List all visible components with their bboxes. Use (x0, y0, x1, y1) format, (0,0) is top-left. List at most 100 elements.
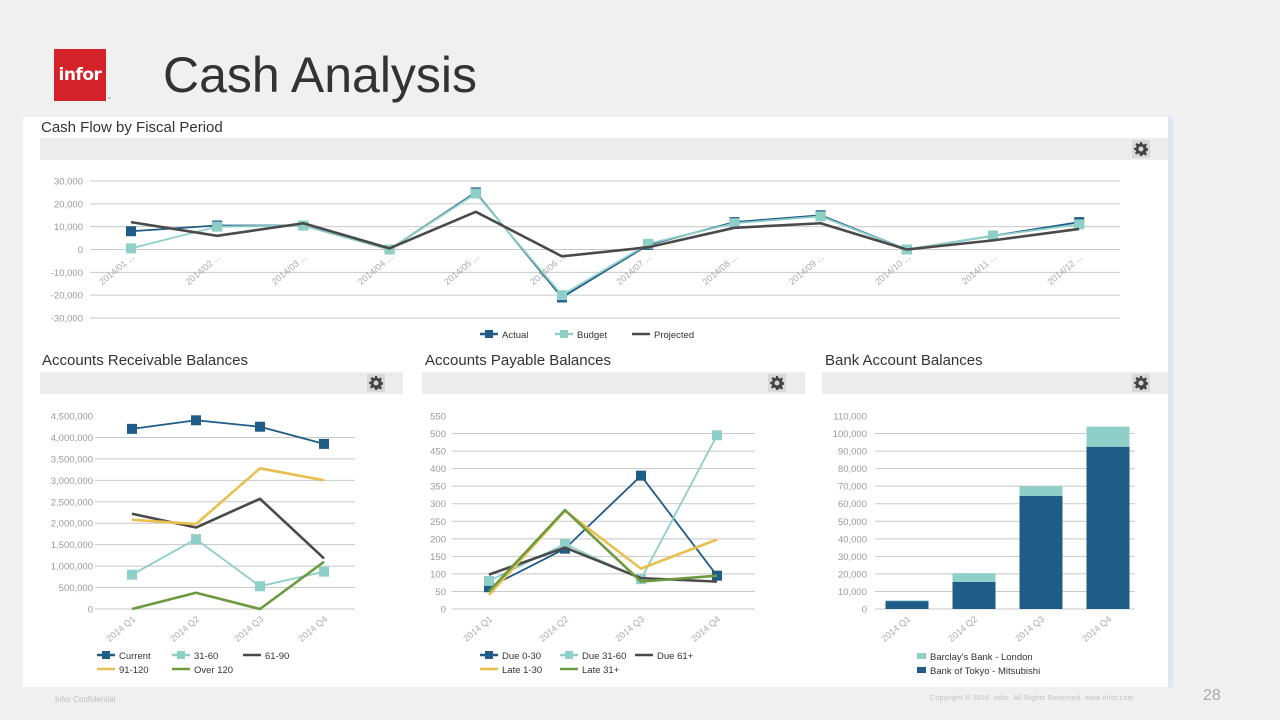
ar-legend-label: Current (119, 651, 151, 662)
bank-xtick-label: 2014 Q2 (946, 614, 979, 644)
ap-series-line (488, 508, 718, 593)
cashflow-xtick-label: 2014/01 ... (97, 252, 136, 287)
ap-data-point (712, 430, 722, 441)
ap-legend-marker (565, 651, 573, 659)
ar-xtick-label: 2014 Q2 (168, 614, 201, 644)
ap-ytick-label: 50 (435, 587, 446, 598)
ar-ytick-label: 3,500,000 (51, 454, 93, 465)
cashflow-legend-marker (485, 330, 493, 338)
ar-ytick-label: 4,000,000 (51, 433, 93, 444)
ar-ytick-label: 1,500,000 (51, 540, 93, 551)
bank-xtick-label: 2014 Q3 (1013, 614, 1046, 644)
cashflow-ytick-label: 20,000 (54, 199, 83, 210)
bank-legend-label: Bank of Tokyo - Mitsubishi (930, 666, 1040, 677)
bank-ytick-label: 10,000 (838, 587, 867, 598)
bank-legend-swatch (917, 667, 926, 673)
ap-legend-label: Due 61+ (657, 651, 694, 662)
bank-legend-label: Barclay's Bank - London (930, 652, 1033, 663)
ar-xtick-label: 2014 Q3 (232, 614, 265, 644)
ap-ytick-label: 200 (430, 534, 446, 545)
cashflow-xtick-label: 2014/07 ... (614, 252, 653, 287)
ar-ytick-label: 0 (88, 605, 93, 616)
cashflow-legend-label: Actual (502, 330, 528, 341)
ap-legend-label: Due 31-60 (582, 651, 626, 662)
cashflow-data-point (126, 243, 136, 254)
ap-ytick-label: 300 (430, 499, 446, 510)
bank-xtick-label: 2014 Q1 (879, 614, 912, 644)
ap-legend-label: Late 31+ (582, 665, 620, 676)
ar-xtick-label: 2014 Q4 (296, 614, 329, 644)
copyright-label: Copyright © 2016. Infor. All Rights Rese… (930, 695, 1134, 702)
confidential-label: Infor Confidential (55, 695, 116, 704)
bank-ytick-label: 110,000 (833, 412, 867, 423)
ar-data-point (255, 421, 265, 432)
ap-xtick-label: 2014 Q4 (689, 614, 722, 644)
ar-series-line (131, 467, 325, 526)
ar-ytick-label: 1,000,000 (51, 562, 93, 573)
ap-series-line (488, 474, 718, 589)
bank-bar (952, 573, 996, 582)
cashflow-ytick-label: -10,000 (51, 268, 83, 279)
cashflow-xtick-label: 2014/08 ... (701, 252, 740, 287)
bank-legend-swatch (917, 653, 926, 659)
ar-data-point (127, 423, 137, 434)
cashflow-data-point (470, 188, 481, 199)
ap-ytick-label: 550 (430, 412, 446, 423)
cashflow-xtick-label: 2014/04 ... (356, 252, 395, 287)
ap-legend-marker (485, 651, 493, 659)
bank-bar (885, 600, 929, 602)
bank-xtick-label: 2014 Q4 (1080, 614, 1113, 644)
cashflow-legend-label: Budget (577, 330, 607, 341)
cashflow-ytick-label: 30,000 (54, 177, 83, 188)
bank-bar (1019, 486, 1063, 496)
ar-data-point (319, 438, 329, 449)
ar-data-point (127, 569, 137, 580)
ap-series-line (488, 509, 718, 596)
cashflow-xtick-label: 2014/10 ... (873, 252, 912, 287)
cashflow-data-point (815, 211, 826, 222)
ap-ytick-label: 0 (441, 605, 446, 616)
ar-legend-label: 91-120 (119, 665, 149, 676)
bank-bar (1019, 495, 1063, 609)
ap-series-line (488, 434, 718, 582)
bank-bar (1086, 446, 1130, 609)
page-number: 28 (1203, 687, 1221, 704)
ap-ytick-label: 250 (430, 517, 446, 528)
bank-ytick-label: 50,000 (838, 517, 867, 528)
ap-xtick-label: 2014 Q2 (537, 614, 570, 644)
ap-ytick-label: 450 (430, 447, 446, 458)
bank-ytick-label: 40,000 (838, 534, 867, 545)
cashflow-data-point (1074, 219, 1085, 230)
cashflow-xtick-label: 2014/12 ... (1045, 252, 1084, 287)
ar-legend-marker (177, 651, 185, 659)
bank-ytick-label: 60,000 (838, 499, 867, 510)
ar-series-line (131, 538, 325, 588)
cashflow-xtick-label: 2014/11 ... (960, 252, 999, 287)
ap-legend-label: Late 1-30 (502, 665, 542, 676)
ar-ytick-label: 500,000 (59, 583, 93, 594)
cashflow-xtick-label: 2014/03 ... (270, 252, 309, 287)
ar-data-point (255, 581, 265, 592)
ap-ytick-label: 500 (430, 429, 446, 440)
cashflow-legend-marker (560, 330, 568, 338)
ar-legend-marker (102, 651, 110, 659)
bank-bar (885, 601, 929, 609)
bank-ytick-label: 90,000 (838, 447, 867, 458)
ar-ytick-label: 4,500,000 (51, 412, 93, 423)
bank-ytick-label: 20,000 (838, 569, 867, 580)
ap-ytick-label: 350 (430, 482, 446, 493)
cashflow-legend-label: Projected (654, 330, 694, 341)
ar-series-line (131, 560, 325, 611)
ap-ytick-label: 100 (430, 569, 446, 580)
bank-bar (952, 581, 996, 609)
ar-legend-label: Over 120 (194, 665, 233, 676)
bank-ytick-label: 100,000 (833, 429, 867, 440)
bank-ytick-label: 0 (862, 605, 867, 616)
ar-data-point (191, 534, 201, 545)
ar-legend-label: 61-90 (265, 651, 289, 662)
cashflow-ytick-label: -20,000 (51, 291, 83, 302)
ar-series-line (131, 497, 325, 560)
cashflow-data-point (557, 290, 567, 301)
cashflow-ytick-label: -30,000 (51, 314, 83, 325)
ar-ytick-label: 2,500,000 (51, 497, 93, 508)
